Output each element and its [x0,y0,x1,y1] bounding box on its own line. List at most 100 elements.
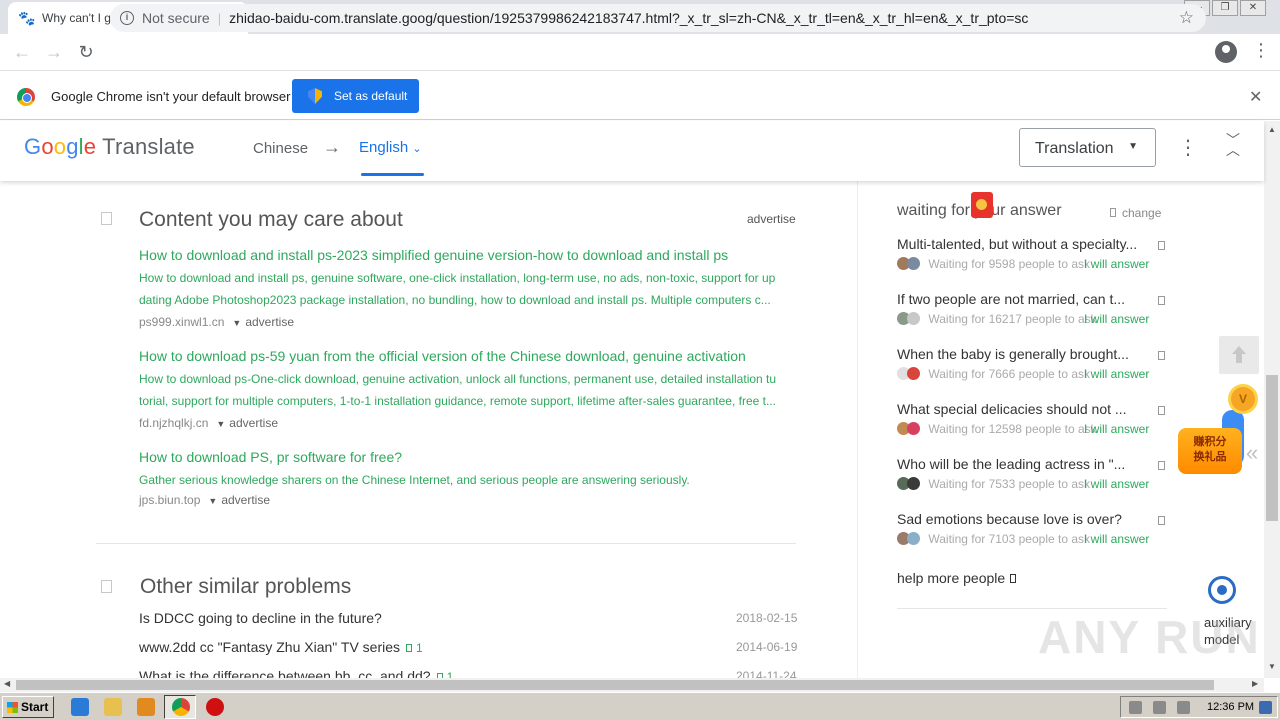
points-card[interactable]: 赚积分 换礼品 [1178,428,1242,474]
translation-mode-select[interactable]: Translation ▼ [1019,128,1156,167]
waiting-question[interactable]: Who will be the leading actress in "... … [897,456,1169,491]
chrome-icon [172,698,190,716]
scrollbar-thumb[interactable] [16,680,1214,690]
browser-toolbar: ← → ↻ [0,34,1280,70]
show-desktop-icon[interactable] [1259,701,1272,714]
i-will-answer-link[interactable]: I will answer [1084,532,1149,546]
waiting-meta: Waiting for 12598 people to ask I will a… [897,422,1169,436]
sidebar-divider [897,608,1167,609]
google-translate-logo: Google Translate [24,134,195,159]
scroll-left-icon[interactable]: ◀ [4,679,10,688]
question-icon [1158,461,1165,470]
i-will-answer-link[interactable]: I will answer [1084,367,1149,381]
target-language-tab[interactable]: English ⌄ [359,139,422,156]
collapse-bar-icon[interactable]: ﹀ ︿ [1226,133,1240,157]
double-chevron-left-icon[interactable]: « [1246,440,1258,466]
similar-question-row[interactable]: Is DDCC going to decline in the future? … [139,610,804,626]
set-as-default-button[interactable]: Set as default [292,79,419,113]
profile-avatar-icon[interactable] [1215,41,1237,63]
section-icon [101,212,112,225]
similar-question-link[interactable]: Is DDCC going to decline in the future? [139,610,382,626]
ad-description[interactable]: Gather serious knowledge sharers on the … [139,469,799,491]
bookmark-star-icon[interactable]: ☆ [1179,8,1194,28]
sidebar: waiting for your answer change Multi-tal… [897,181,1172,678]
security-icon[interactable] [1177,701,1190,714]
restore-button[interactable]: ❐ [1212,0,1238,16]
waiting-question-link[interactable]: Who will be the leading actress in "... [897,456,1152,472]
advertise-tag: advertise [747,212,796,226]
question-date: 2014-06-19 [736,640,798,654]
dropdown-caret-icon: ▼ [1128,141,1138,152]
chrome-menu-icon[interactable]: ⋮ [1252,40,1270,61]
infobar-close-icon[interactable]: ✕ [1249,87,1262,107]
anyrun-watermark: ANY RUN [1038,611,1261,663]
accessibility-icon [1208,576,1236,604]
section-divider [96,543,796,544]
network-icon[interactable] [1153,701,1166,714]
horizontal-scrollbar[interactable]: ◀ ▶ [0,678,1264,692]
waiting-question-link[interactable]: Multi-talented, but without a specialty.… [897,236,1152,252]
waiting-question-link[interactable]: Sad emotions because love is over? [897,511,1152,527]
omnibox-separator: | [217,10,222,26]
similar-question-row[interactable]: What is the difference between bb, cc, a… [139,668,804,678]
refresh-icon [1110,208,1116,217]
change-button[interactable]: change [1110,206,1161,220]
help-more-people-link[interactable]: help more people [897,570,1017,586]
reload-icon[interactable]: ↻ [70,42,102,63]
ad-source: fd.njzhqlkj.cn ▼ advertise [139,416,278,430]
waiting-question[interactable]: What special delicacies should not ... W… [897,401,1169,436]
scroll-right-icon[interactable]: ▶ [1252,679,1258,688]
system-tray: 12:36 PM [1120,696,1278,718]
ad-title-link[interactable]: How to download PS, pr software for free… [139,449,799,465]
similar-question-row[interactable]: www.2dd cc "Fantasy Zhu Xian" TV series 1… [139,639,804,655]
source-language-tab[interactable]: Chinese [253,140,308,157]
more-options-icon[interactable]: ⋮ [1178,135,1198,160]
scroll-up-icon[interactable]: ▲ [1268,125,1276,134]
similar-question-link[interactable]: What is the difference between bb, cc, a… [139,668,431,678]
scroll-down-icon[interactable]: ▼ [1268,662,1276,671]
media-player-icon[interactable] [137,698,155,716]
waiting-question-link[interactable]: If two people are not married, can t... [897,291,1152,307]
red-envelope-icon[interactable] [971,192,993,218]
avatar [897,532,925,545]
i-will-answer-link[interactable]: I will answer [1084,257,1149,271]
active-tab-indicator [361,173,424,176]
internet-explorer-icon[interactable] [71,698,89,716]
waiting-question[interactable]: Sad emotions because love is over? Waiti… [897,511,1169,546]
i-will-answer-link[interactable]: I will answer [1084,422,1149,436]
ad-description[interactable]: How to download ps-One-click download, g… [139,368,799,412]
waiting-question-link[interactable]: When the baby is generally brought... [897,346,1152,362]
ad-title-link[interactable]: How to download and install ps-2023 simp… [139,247,799,263]
back-to-top-button[interactable] [1219,336,1259,374]
close-window-button[interactable]: ✕ [1240,0,1266,16]
forward-arrow-icon[interactable]: → [38,42,70,63]
ad-title-link[interactable]: How to download ps-59 yuan from the offi… [139,348,799,364]
i-will-answer-link[interactable]: I will answer [1084,312,1149,326]
waiting-question[interactable]: When the baby is generally brought... Wa… [897,346,1169,381]
waiting-question[interactable]: Multi-talented, but without a specialty.… [897,236,1169,271]
answer-count: 1 [416,641,423,655]
chrome-taskbar-button[interactable] [164,695,196,719]
waiting-question-link[interactable]: What special delicacies should not ... [897,401,1152,417]
ad-item: How to download ps-59 yuan from the offi… [139,348,799,430]
column-divider [857,181,858,678]
infobar-message: Google Chrome isn't your default browser [51,89,291,104]
chrome-logo-icon [17,88,35,106]
ad-description[interactable]: How to download and install ps, genuine … [139,267,799,311]
volume-icon[interactable] [1129,701,1142,714]
stop-icon[interactable] [206,698,224,716]
medal-icon: V [1228,384,1258,414]
similar-question-link[interactable]: www.2dd cc "Fantasy Zhu Xian" TV series [139,639,400,655]
info-icon[interactable]: i [120,11,134,25]
back-arrow-icon[interactable]: ← [6,42,38,63]
waiting-question[interactable]: If two people are not married, can t... … [897,291,1169,326]
question-icon [1158,351,1165,360]
address-bar[interactable]: i Not secure | zhidao-baidu-com.translat… [110,4,1206,32]
i-will-answer-link[interactable]: I will answer [1084,477,1149,491]
url-text[interactable]: zhidao-baidu-com.translate.goog/question… [229,10,1028,26]
folder-icon[interactable] [104,698,122,716]
start-button[interactable]: Start [2,696,54,718]
answer-icon [406,644,413,652]
vertical-scrollbar[interactable]: ▲ ▼ [1264,121,1280,678]
scrollbar-thumb[interactable] [1266,375,1278,521]
